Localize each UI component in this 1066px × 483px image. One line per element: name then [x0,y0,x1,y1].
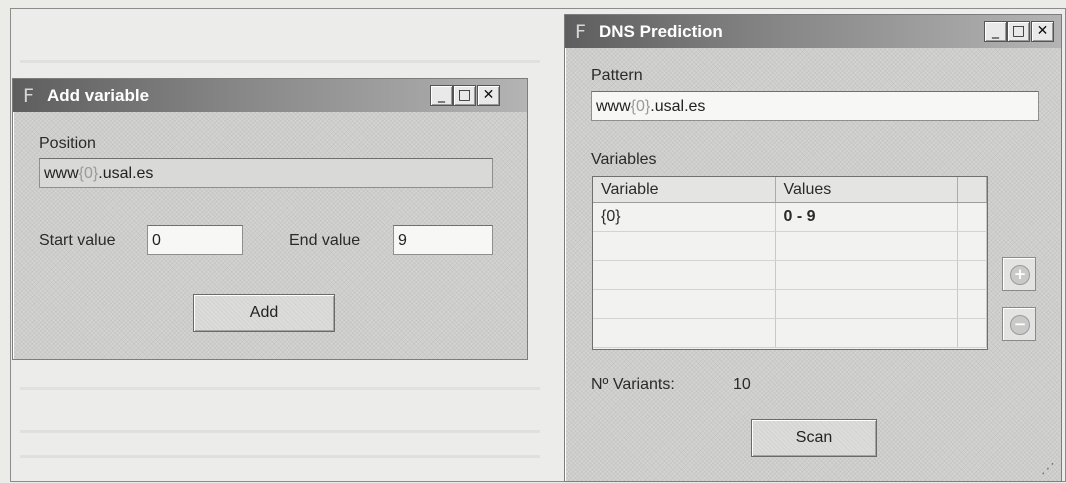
variants-label: Nº Variants: [591,376,675,393]
remove-variable-button[interactable]: − [1002,307,1036,341]
position-variable-token: {0} [78,165,99,182]
background-line [20,455,540,458]
maximize-button[interactable]: □ [453,85,476,106]
add-variable-window: F Add variable _ □ ✕ Position www{0}.usa… [12,78,528,360]
add-button[interactable]: Add [193,294,335,332]
column-header-variable[interactable]: Variable [593,177,776,203]
plus-icon: + [1010,265,1030,285]
variables-table[interactable]: Variable Values {0} 0 - 9 [592,176,988,350]
table-row [593,231,987,261]
maximize-button[interactable]: □ [1007,21,1030,42]
window-title: Add variable [47,86,150,105]
cell-variable: {0} [593,202,776,232]
add-variable-button[interactable]: + [1002,257,1036,291]
position-label: Position [39,135,96,152]
end-value-field[interactable]: 9 [393,225,493,255]
table-row [593,260,987,290]
minus-icon: − [1010,315,1030,335]
cell-values: 0 - 9 [775,202,958,232]
start-value-field[interactable]: 0 [147,225,243,255]
variables-label: Variables [591,151,657,168]
window-title: DNS Prediction [599,22,723,41]
column-header-values[interactable]: Values [775,177,958,203]
position-field[interactable]: www{0}.usal.es [39,158,493,188]
table-row [593,318,987,348]
close-button[interactable]: ✕ [477,85,500,106]
background-line [20,430,540,433]
column-header-filler [957,177,987,203]
resize-grip-icon[interactable]: ⋰ [1041,461,1057,477]
close-button[interactable]: ✕ [1031,21,1054,42]
app-icon: F [575,21,586,43]
table-row [593,289,987,319]
minimize-button[interactable]: _ [984,21,1007,42]
add-variable-titlebar[interactable]: F Add variable _ □ ✕ [13,79,527,112]
dns-prediction-window: F DNS Prediction _ □ ✕ Pattern www{0}.us… [564,14,1062,482]
table-row[interactable]: {0} 0 - 9 [593,202,987,232]
app-icon: F [23,85,34,107]
dns-prediction-titlebar[interactable]: F DNS Prediction _ □ ✕ [565,15,1061,48]
pattern-field[interactable]: www{0}.usal.es [591,91,1039,121]
pattern-prefix: www [596,98,631,115]
background-line [20,60,540,63]
position-prefix: www [44,165,79,182]
pattern-variable-token: {0} [630,98,651,115]
table-header-row: Variable Values [593,177,987,203]
variants-count: 10 [733,376,751,393]
background-line [20,387,540,390]
pattern-label: Pattern [591,67,643,84]
start-value-label: Start value [39,232,116,249]
cell-filler [957,202,987,232]
position-suffix: .usal.es [98,165,154,182]
minimize-button[interactable]: _ [430,85,453,106]
scan-button[interactable]: Scan [751,419,877,457]
pattern-suffix: .usal.es [650,98,706,115]
end-value-label: End value [289,232,361,249]
